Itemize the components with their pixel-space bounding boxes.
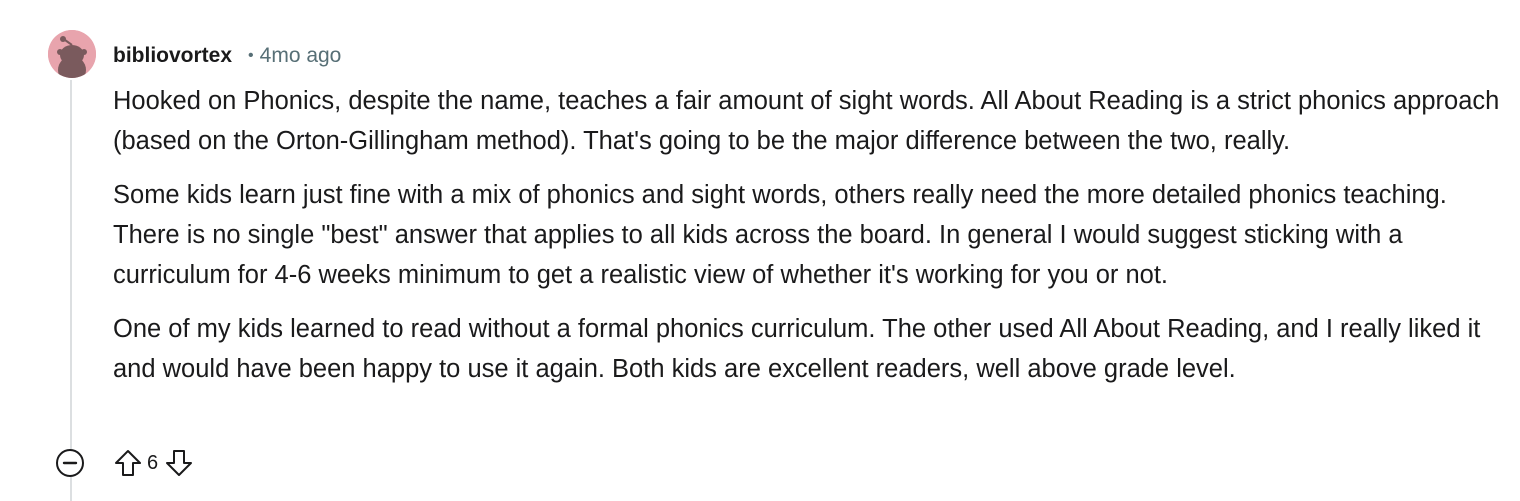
collapse-minus-icon [56, 449, 84, 477]
comment-paragraph-1: Hooked on Phonics, despite the name, tea… [113, 87, 1500, 155]
comment-body: Hooked on Phonics, despite the name, tea… [113, 81, 1513, 403]
snoo-avatar-icon [48, 30, 96, 78]
comment-paragraph-2: Some kids learn just fine with a mix of … [113, 181, 1447, 289]
avatar[interactable] [48, 30, 96, 78]
comment-actions: 6 [53, 446, 196, 480]
comment-meta: bibliovortex • 4mo ago [113, 42, 341, 70]
thread-line[interactable] [70, 80, 72, 501]
comment-timestamp[interactable]: 4mo ago [260, 44, 342, 68]
vote-score: 6 [147, 451, 159, 474]
meta-separator: • [248, 47, 254, 64]
author-name[interactable]: bibliovortex [113, 44, 232, 68]
upvote-button[interactable] [111, 446, 145, 480]
downvote-arrow-icon [166, 450, 193, 476]
collapse-button[interactable] [53, 446, 87, 480]
upvote-arrow-icon [115, 450, 141, 476]
comment-paragraph-3: One of my kids learned to read without a… [113, 315, 1481, 383]
downvote-button[interactable] [162, 446, 196, 480]
